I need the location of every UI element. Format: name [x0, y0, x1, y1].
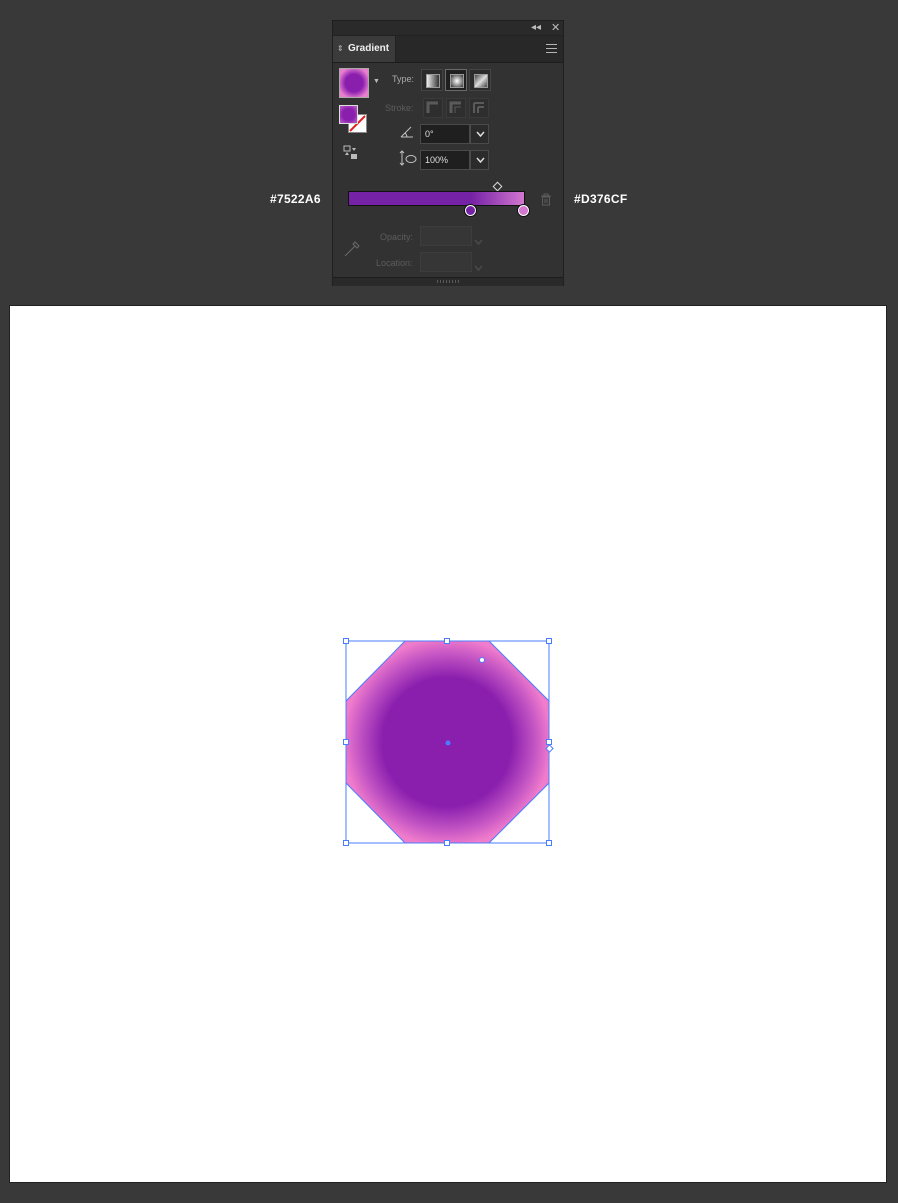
aspect-ratio-input[interactable]: 100%: [420, 150, 470, 170]
radial-gradient-button[interactable]: [445, 69, 467, 91]
type-label: Type:: [392, 74, 415, 84]
close-panel-icon[interactable]: ✕: [551, 22, 560, 34]
opacity-label: Opacity:: [380, 232, 414, 242]
handle-bottom-center[interactable]: [444, 840, 450, 846]
handle-middle-right[interactable]: [546, 739, 552, 745]
gradient-center-point[interactable]: [445, 740, 451, 746]
fill-gradient-swatch[interactable]: [339, 105, 358, 124]
handle-top-left[interactable]: [343, 638, 349, 644]
tab-gradient-label: Gradient: [348, 43, 390, 54]
handle-top-right[interactable]: [546, 638, 552, 644]
stroke-within-button[interactable]: [423, 98, 443, 118]
stroke-along-button[interactable]: [446, 98, 466, 118]
panel-menu-icon[interactable]: [546, 44, 557, 53]
panel-title-bar[interactable]: ◂◂ ✕: [333, 21, 563, 36]
gradient-midpoint-handle[interactable]: [492, 181, 503, 192]
location-input[interactable]: [420, 252, 472, 272]
angle-dropdown-button[interactable]: [470, 124, 489, 144]
gradient-presets-dropdown-icon[interactable]: ▼: [373, 78, 380, 85]
reverse-gradient-icon[interactable]: [343, 145, 359, 161]
stroke-across-button[interactable]: [469, 98, 489, 118]
start-color-hex-label: #7522A6: [270, 192, 321, 206]
panel-resize-grip[interactable]: [333, 277, 563, 286]
gradient-stop-end[interactable]: [518, 205, 529, 216]
gradient-radius-handle[interactable]: [479, 657, 485, 663]
location-label: Location:: [376, 258, 413, 268]
angle-icon: [399, 125, 415, 139]
angle-input[interactable]: 0°: [420, 124, 470, 144]
handle-bottom-left[interactable]: [343, 840, 349, 846]
aspect-ratio-dropdown-button[interactable]: [470, 150, 489, 170]
handle-bottom-right[interactable]: [546, 840, 552, 846]
end-color-hex-label: #D376CF: [574, 192, 628, 206]
freeform-gradient-button[interactable]: [469, 69, 491, 91]
gradient-panel: ◂◂ ✕ ⇕ Gradient ▼ Type: Stroke: 0° 100% …: [332, 20, 564, 286]
linear-gradient-button[interactable]: [421, 69, 443, 91]
stroke-label: Stroke:: [385, 103, 414, 113]
gradient-slider[interactable]: [348, 191, 525, 206]
handle-top-center[interactable]: [444, 638, 450, 644]
opacity-dropdown-icon[interactable]: [474, 232, 483, 250]
aspect-ratio-icon: [399, 150, 417, 166]
eyedropper-icon[interactable]: [343, 238, 363, 258]
tab-gradient[interactable]: ⇕ Gradient: [333, 36, 396, 62]
octagon-artwork[interactable]: [343, 638, 563, 858]
handle-middle-left[interactable]: [343, 739, 349, 745]
location-dropdown-icon[interactable]: [474, 258, 483, 276]
collapse-panel-icon[interactable]: ◂◂: [531, 22, 541, 34]
artboard[interactable]: [9, 305, 887, 1183]
panel-tab-strip: ⇕ Gradient: [333, 36, 563, 63]
gradient-thumbnail[interactable]: [339, 68, 369, 98]
gradient-stop-start[interactable]: [465, 205, 476, 216]
opacity-input[interactable]: [420, 226, 472, 246]
delete-stop-icon[interactable]: [540, 193, 552, 206]
panel-options-toggle-icon[interactable]: ⇕: [337, 36, 344, 62]
